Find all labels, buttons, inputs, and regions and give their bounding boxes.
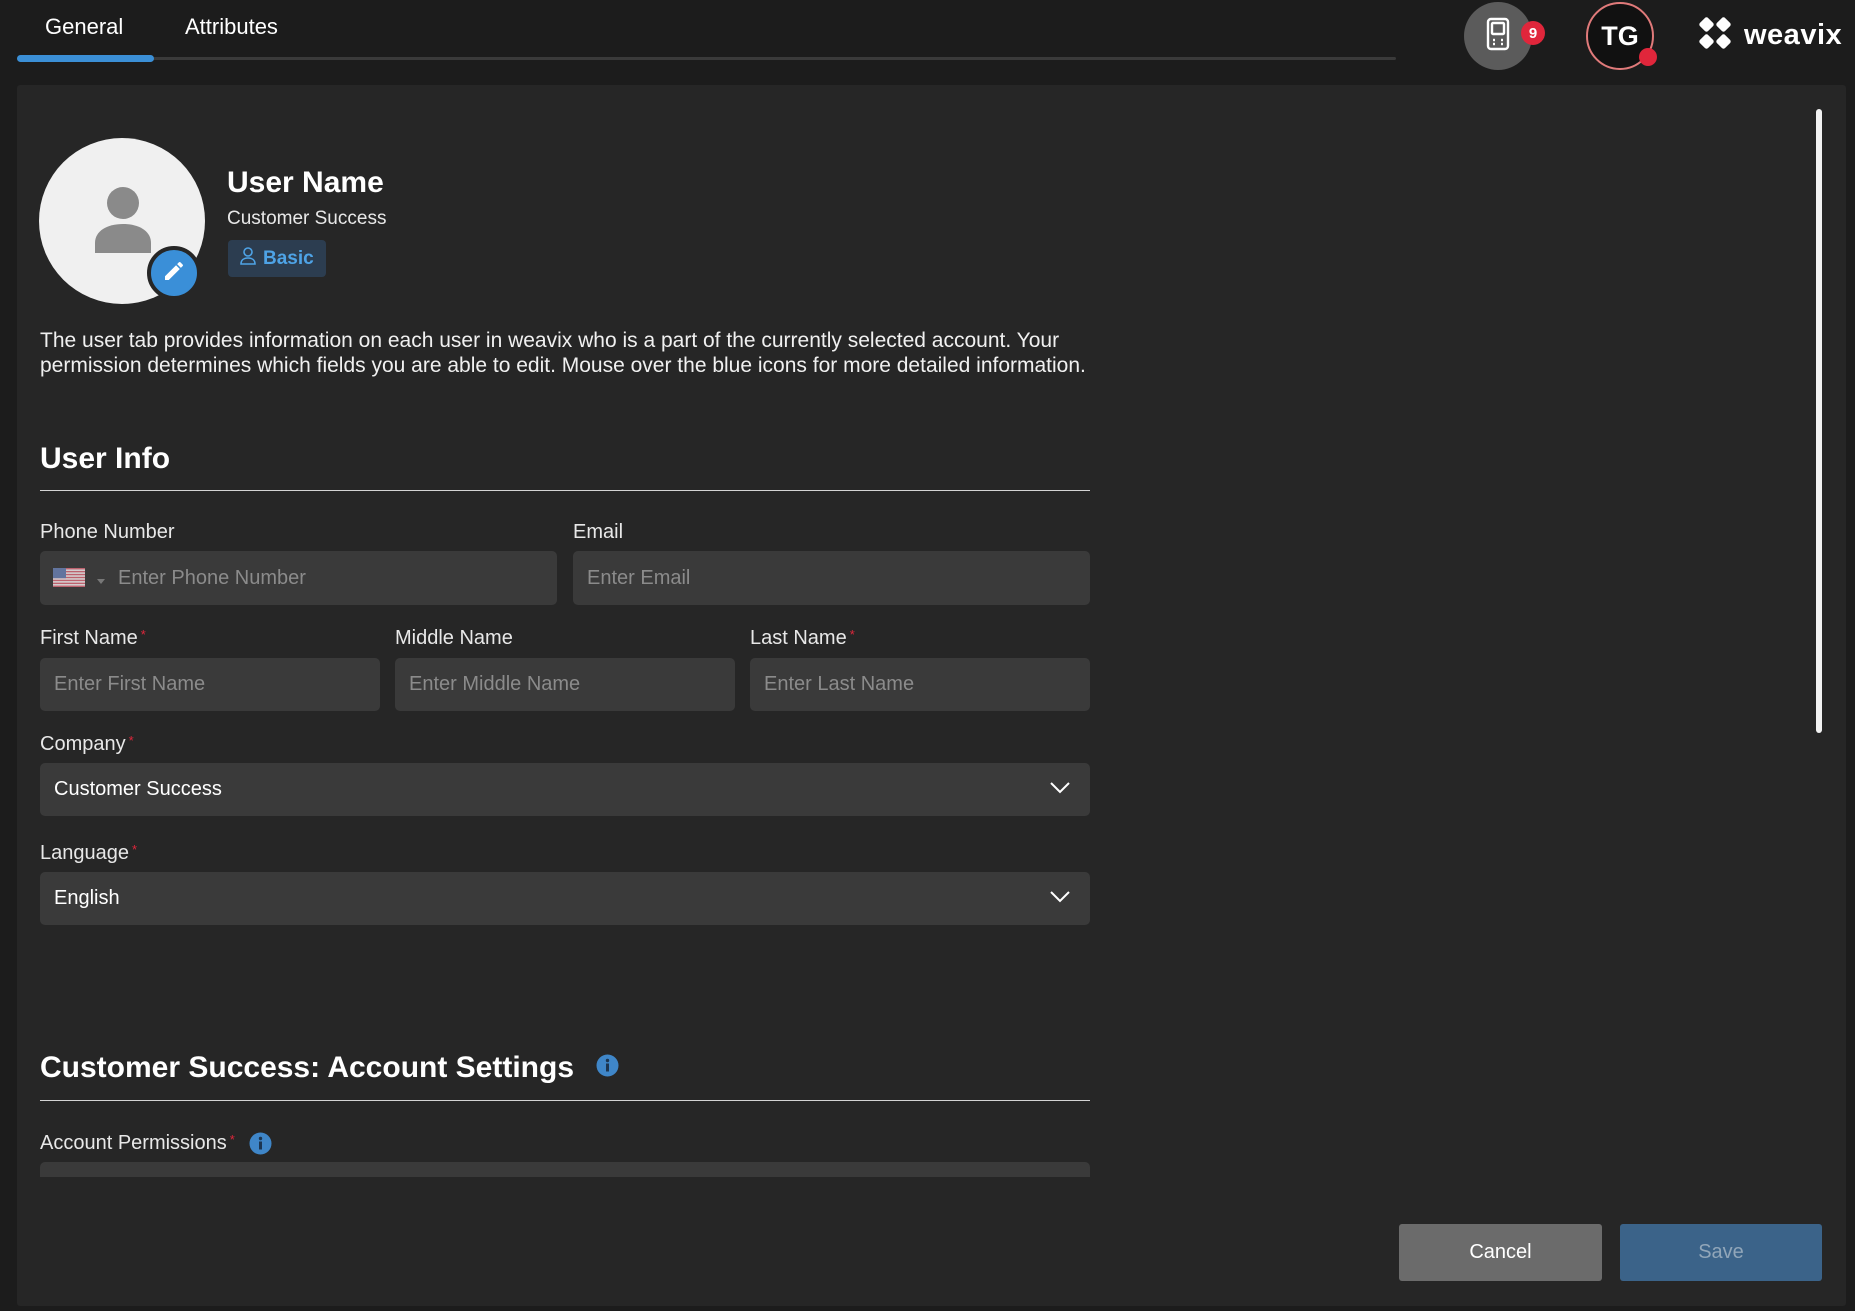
user-initials: TG (1601, 20, 1639, 51)
user-info-heading-text: User Info (40, 442, 171, 475)
user-icon (240, 246, 256, 271)
first-name-input[interactable] (40, 658, 380, 711)
account-permissions-label-text: Account Permissions (40, 1132, 227, 1154)
section-divider (40, 490, 1090, 491)
page-description: The user tab provides information on eac… (40, 329, 1086, 377)
us-flag-icon (53, 568, 85, 592)
app-root: General Attributes 9 TG weavix User Name… (0, 0, 1855, 1311)
company-select-value: Customer Success (54, 778, 222, 800)
info-icon[interactable] (596, 1050, 619, 1086)
middle-name-label-text: Middle Name (395, 627, 513, 649)
language-label-text: Language (40, 842, 129, 864)
company-label: Company * (40, 732, 134, 756)
phone-number-input[interactable] (104, 551, 557, 605)
chevron-down-icon (1050, 781, 1070, 799)
middle-name-label: Middle Name (395, 626, 513, 650)
language-select[interactable]: English (40, 872, 1090, 925)
language-label: Language * (40, 841, 137, 865)
tab-general[interactable]: General (45, 14, 123, 40)
middle-name-input[interactable] (395, 658, 735, 711)
chevron-down-icon (1050, 890, 1070, 908)
email-input[interactable] (573, 551, 1090, 605)
phone-number-label-text: Phone Number (40, 521, 175, 543)
last-name-label-text: Last Name (750, 627, 847, 649)
company-label-text: Company (40, 733, 126, 755)
first-name-label: First Name * (40, 626, 146, 650)
phone-number-field (40, 551, 557, 605)
person-icon (95, 187, 151, 258)
account-settings-heading: Customer Success: Account Settings (40, 1050, 619, 1086)
country-code-select[interactable] (53, 568, 105, 592)
tab-track (17, 57, 1396, 60)
tab-bar: General Attributes (17, 0, 1396, 70)
device-icon (1485, 17, 1511, 56)
role-badge-label: Basic (263, 247, 314, 269)
info-icon[interactable] (249, 1132, 272, 1155)
account-permissions-select[interactable] (40, 1162, 1090, 1177)
required-mark: * (128, 733, 134, 748)
tab-attributes[interactable]: Attributes (185, 14, 278, 40)
phone-number-label: Phone Number (40, 520, 175, 544)
profile-name: User Name (227, 166, 384, 199)
brand-logo: weavix (1694, 14, 1842, 56)
status-dot (1639, 48, 1657, 66)
scrollbar-thumb[interactable] (1816, 109, 1822, 733)
save-button[interactable]: Save (1620, 1224, 1822, 1281)
last-name-input[interactable] (750, 658, 1090, 711)
form-scroll-area[interactable]: User Name Customer Success Basic The use… (17, 85, 1807, 1177)
first-name-label-text: First Name (40, 627, 138, 649)
active-tab-indicator (17, 55, 154, 62)
profile-company: Customer Success (227, 208, 387, 229)
account-settings-heading-text: Customer Success: Account Settings (40, 1051, 575, 1084)
brand-name: weavix (1744, 18, 1843, 51)
edit-avatar-button[interactable] (147, 246, 201, 300)
company-select[interactable]: Customer Success (40, 763, 1090, 816)
pencil-icon (162, 259, 186, 288)
last-name-label: Last Name * (750, 626, 855, 650)
email-label-text: Email (573, 521, 624, 543)
required-mark: * (229, 1132, 235, 1147)
required-mark: * (849, 627, 855, 642)
required-mark: * (140, 627, 146, 642)
account-permissions-label: Account Permissions * (40, 1131, 272, 1155)
user-info-heading: User Info (40, 441, 170, 477)
section-divider (40, 1100, 1090, 1101)
email-label: Email (573, 520, 623, 544)
role-badge: Basic (228, 240, 326, 277)
required-mark: * (131, 842, 138, 857)
cancel-button[interactable]: Cancel (1399, 1224, 1602, 1281)
device-count-badge: 9 (1521, 21, 1545, 45)
weavix-logo-icon (1694, 12, 1736, 59)
language-select-value: English (54, 887, 120, 909)
user-detail-panel: User Name Customer Success Basic The use… (17, 85, 1846, 1306)
